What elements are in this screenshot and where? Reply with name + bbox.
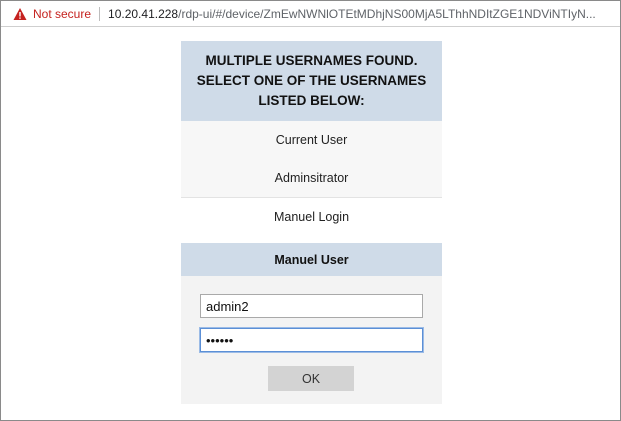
ok-button[interactable]: OK xyxy=(268,366,354,391)
manual-user-form: Manuel User OK xyxy=(181,243,442,404)
address-bar[interactable]: Not secure 10.20.41.228 /rdp-ui/#/device… xyxy=(1,1,620,27)
manual-user-header: Manuel User xyxy=(181,243,442,276)
option-manual-login[interactable]: Manuel Login xyxy=(181,197,442,235)
url-host[interactable]: 10.20.41.228 xyxy=(108,7,178,21)
title-line-3: LISTED BELOW: xyxy=(258,93,365,108)
option-current-user[interactable]: Current User xyxy=(181,121,442,159)
password-input[interactable] xyxy=(200,328,423,352)
url-path[interactable]: /rdp-ui/#/device/ZmEwNWNlOTEtMDhjNS00MjA… xyxy=(178,7,596,21)
dialog-title: MULTIPLE USERNAMES FOUND. SELECT ONE OF … xyxy=(181,41,442,121)
title-line-1: MULTIPLE USERNAMES FOUND. xyxy=(205,53,418,68)
option-administrator[interactable]: Adminsitrator xyxy=(181,159,442,197)
address-separator xyxy=(99,6,101,21)
username-selection-panel: MULTIPLE USERNAMES FOUND. SELECT ONE OF … xyxy=(181,41,442,235)
browser-window: Not secure 10.20.41.228 /rdp-ui/#/device… xyxy=(0,0,621,421)
warning-icon[interactable] xyxy=(13,7,27,21)
username-input[interactable] xyxy=(200,294,423,318)
title-line-2: SELECT ONE OF THE USERNAMES xyxy=(196,73,427,88)
not-secure-label[interactable]: Not secure xyxy=(33,7,91,21)
